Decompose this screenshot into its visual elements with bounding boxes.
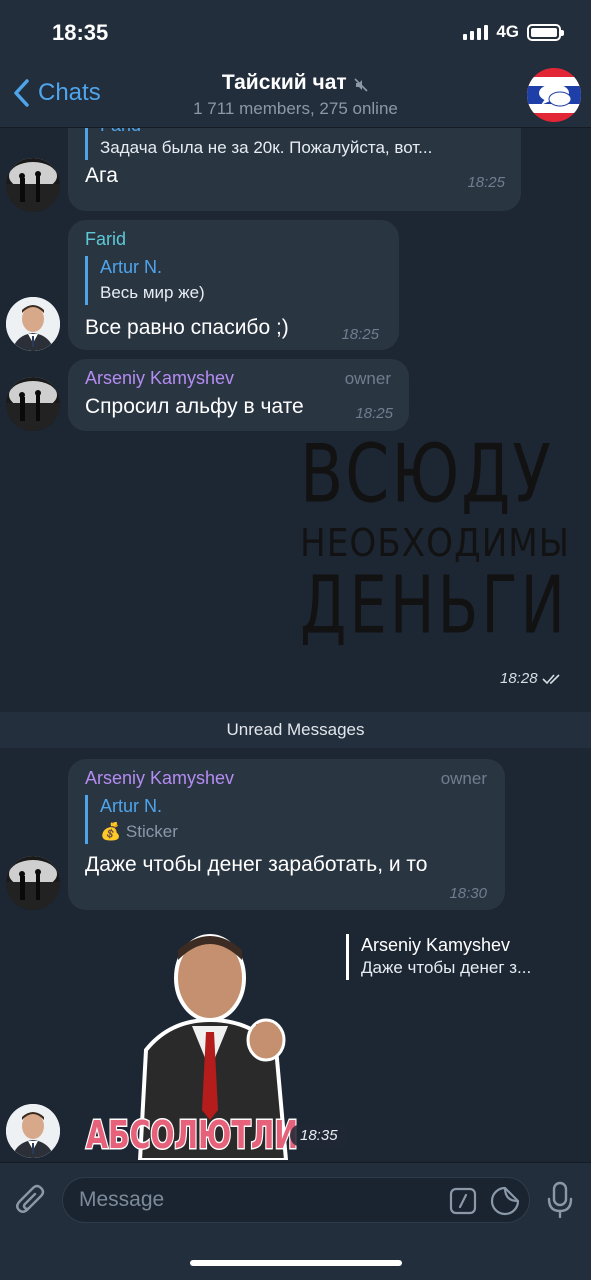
sticker-time: 18:28: [490, 667, 574, 690]
sticker-time: 18:35: [290, 1124, 348, 1147]
text-sticker[interactable]: ВСЮДУ НЕОБХОДИМЫ ДЕНЬГИ: [300, 427, 569, 652]
reply-preview[interactable]: Artur N. 💰 Sticker: [85, 795, 178, 844]
sticker-line: ДЕНЬГИ: [300, 559, 568, 652]
unread-divider: Unread Messages: [0, 712, 591, 748]
signal-icon: [463, 24, 489, 40]
sticker-line: ВСЮДУ: [300, 426, 553, 522]
chat-title-area[interactable]: Тайский чат 1 711 members, 275 online: [0, 71, 591, 119]
reply-preview[interactable]: Farid Задача была не за 20к. Пожалуйста,…: [85, 128, 432, 160]
reply-preview[interactable]: Artur N. Весь мир же): [85, 256, 205, 305]
sticker-button[interactable]: [489, 1185, 521, 1222]
message-text: Спросил альфу в чате: [85, 395, 304, 418]
message-time: 18:30: [449, 885, 487, 902]
avatar[interactable]: [6, 377, 60, 431]
message-list[interactable]: Farid Задача была не за 20к. Пожалуйста,…: [0, 128, 591, 1162]
network-label: 4G: [496, 22, 519, 41]
reply-text: Задача была не за 20к. Пожалуйста, вот..…: [100, 138, 433, 157]
group-avatar[interactable]: [527, 68, 581, 122]
message-text: Ага: [85, 164, 118, 187]
reply-preview[interactable]: Arseniy Kamyshev Даже чтобы денег з...: [346, 934, 531, 980]
reply-author: Farid: [100, 128, 432, 136]
reply-author: Artur N.: [100, 257, 163, 277]
sender-name[interactable]: Farid: [85, 229, 126, 250]
sticker-caption: АБСОЛЮТЛИ: [86, 1113, 298, 1157]
command-button[interactable]: [449, 1187, 477, 1220]
avatar[interactable]: [6, 856, 60, 910]
double-check-icon: [541, 673, 560, 684]
message-input[interactable]: [79, 1178, 439, 1222]
message-time: 18:35: [300, 1127, 338, 1144]
message-time: 18:28: [500, 670, 538, 687]
owner-badge: owner: [344, 369, 391, 388]
reply-text: Sticker: [125, 822, 178, 841]
command-icon: [449, 1187, 477, 1215]
sticker-icon: [490, 1186, 520, 1216]
reply-text: Даже чтобы денег з...: [361, 958, 532, 977]
message-time: 18:25: [341, 326, 379, 343]
avatar[interactable]: [6, 1104, 60, 1158]
money-bag-icon: 💰: [100, 822, 122, 841]
avatar[interactable]: [6, 297, 60, 351]
sender-name[interactable]: Arseniy Kamyshev: [85, 768, 234, 789]
owner-badge: owner: [440, 769, 487, 788]
status-indicators: 4G: [463, 22, 564, 42]
message-time: 18:25: [467, 174, 505, 191]
message-time: 18:25: [355, 405, 393, 422]
chat-title: Тайский чат: [221, 71, 347, 94]
sender-name[interactable]: Arseniy Kamyshev: [85, 368, 234, 389]
attach-icon: [16, 1184, 45, 1213]
reply-text: Весь мир же): [100, 283, 205, 302]
message-bubble[interactable]: Farid Artur N. Весь мир же) Все равно сп…: [68, 220, 399, 350]
mute-icon: [354, 78, 368, 92]
reply-text-row: 💰 Sticker: [100, 820, 178, 844]
reply-author: Arseniy Kamyshev: [361, 935, 511, 955]
status-bar: 18:35 4G: [0, 0, 591, 62]
message-text: Все равно спасибо ;): [85, 316, 289, 339]
reply-author: Artur N.: [100, 796, 163, 816]
battery-icon: [527, 23, 564, 41]
message-input-wrap[interactable]: [62, 1177, 530, 1223]
message-text: Даже чтобы денег заработать, и то: [85, 853, 428, 876]
voice-button[interactable]: [546, 1181, 574, 1224]
chat-header: Chats Тайский чат 1 711 members, 275 onl…: [0, 62, 591, 128]
message-bubble[interactable]: Arseniy Kamyshev owner Artur N. 💰 Sticke…: [68, 759, 505, 910]
avatar[interactable]: [6, 158, 60, 212]
home-indicator[interactable]: [190, 1260, 402, 1266]
message-bubble[interactable]: Farid Задача была не за 20к. Пожалуйста,…: [68, 128, 521, 211]
status-time: 18:35: [52, 20, 109, 45]
chat-subtitle: 1 711 members, 275 online: [193, 99, 398, 118]
microphone-icon: [547, 1181, 573, 1219]
message-bubble[interactable]: Arseniy Kamyshev owner Спросил альфу в ч…: [68, 359, 409, 431]
attach-button[interactable]: [14, 1183, 48, 1224]
